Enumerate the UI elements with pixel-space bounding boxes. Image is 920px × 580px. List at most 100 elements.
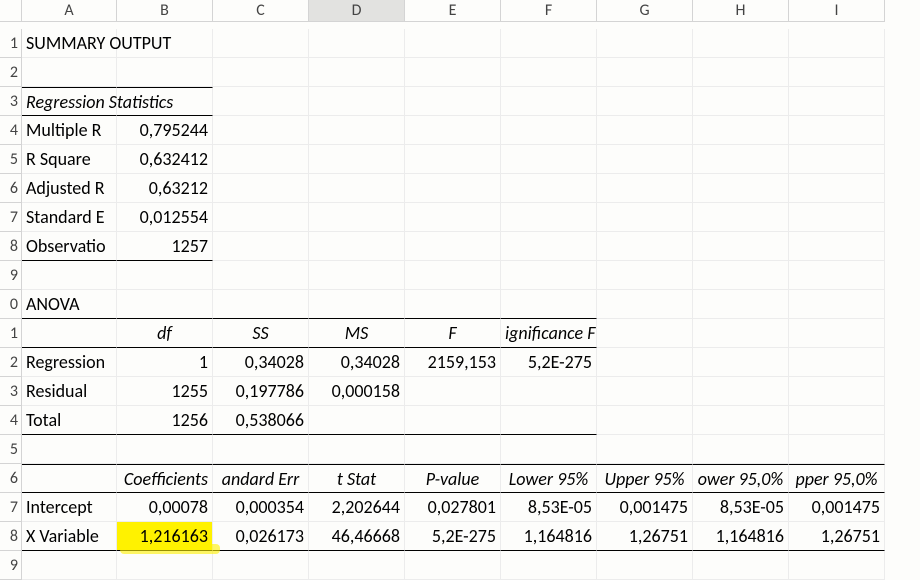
cell-label[interactable]: Intercept xyxy=(22,493,117,522)
cell[interactable] xyxy=(501,145,597,174)
row-header[interactable]: 1 xyxy=(0,29,22,58)
row-header[interactable]: 0 xyxy=(0,290,22,319)
cell[interactable] xyxy=(22,58,117,87)
cell-value[interactable]: 5,2E-275 xyxy=(405,522,501,551)
coef-col[interactable]: P-value xyxy=(405,464,501,493)
cell-value[interactable]: 46,46668 xyxy=(309,522,405,551)
cell[interactable] xyxy=(597,406,693,435)
row-header[interactable]: 8 xyxy=(0,522,22,551)
cell-value[interactable]: 0,027801 xyxy=(405,493,501,522)
cell[interactable] xyxy=(501,232,597,261)
cell[interactable] xyxy=(22,551,117,580)
cell-value[interactable]: 2159,153 xyxy=(405,348,501,377)
cell[interactable] xyxy=(789,29,885,58)
cell[interactable] xyxy=(213,203,309,232)
cell[interactable] xyxy=(22,464,117,493)
cell[interactable] xyxy=(789,551,885,580)
cell[interactable] xyxy=(405,377,501,406)
cell[interactable] xyxy=(213,435,309,464)
cell-value[interactable]: 1,164816 xyxy=(501,522,597,551)
col-header-F[interactable]: F xyxy=(501,0,597,22)
cell[interactable] xyxy=(405,290,501,319)
cell[interactable] xyxy=(309,203,405,232)
anova-header[interactable]: ANOVA xyxy=(22,290,117,319)
cell[interactable] xyxy=(597,377,693,406)
cell[interactable] xyxy=(405,29,501,58)
coef-col[interactable]: Upper 95% xyxy=(597,464,693,493)
cell-label[interactable]: R Square xyxy=(22,145,117,174)
cell[interactable] xyxy=(501,406,597,435)
cell[interactable] xyxy=(789,377,885,406)
cell[interactable] xyxy=(405,435,501,464)
cell[interactable] xyxy=(789,145,885,174)
cell[interactable] xyxy=(597,319,693,348)
cell[interactable] xyxy=(213,174,309,203)
cell-A1[interactable]: SUMMARY OUTPUT xyxy=(22,29,117,58)
row-header[interactable]: 7 xyxy=(0,203,22,232)
cell[interactable] xyxy=(501,261,597,290)
cell[interactable] xyxy=(693,261,789,290)
cell[interactable] xyxy=(213,29,309,58)
anova-col-f[interactable]: F xyxy=(405,319,501,348)
cell[interactable] xyxy=(597,116,693,145)
cell[interactable] xyxy=(789,203,885,232)
anova-col-df[interactable]: df xyxy=(117,319,213,348)
cell[interactable] xyxy=(597,232,693,261)
col-header-D[interactable]: D xyxy=(309,0,405,22)
cell[interactable] xyxy=(309,406,405,435)
cell[interactable] xyxy=(597,435,693,464)
cell[interactable] xyxy=(405,174,501,203)
cell[interactable] xyxy=(117,551,213,580)
anova-col-ms[interactable]: MS xyxy=(309,319,405,348)
coef-col[interactable]: ower 95,0% xyxy=(693,464,789,493)
row-header[interactable]: 6 xyxy=(0,174,22,203)
cell-value[interactable]: 0,197786 xyxy=(213,377,309,406)
row-header[interactable]: 8 xyxy=(0,232,22,261)
cell[interactable] xyxy=(117,290,213,319)
cell-label[interactable]: Standard E xyxy=(22,203,117,232)
coef-col[interactable]: t Stat xyxy=(309,464,405,493)
cell-value[interactable]: 5,2E-275 xyxy=(501,348,597,377)
row-header[interactable]: 1 xyxy=(0,319,22,348)
cell[interactable] xyxy=(501,87,597,116)
spreadsheet-grid[interactable]: A B C D E F G H I 1 SUMMARY OUTPUT 2 3 R… xyxy=(0,0,920,580)
cell[interactable] xyxy=(405,116,501,145)
cell-value[interactable]: 1 xyxy=(117,348,213,377)
col-header-C[interactable]: C xyxy=(213,0,309,22)
cell[interactable] xyxy=(693,203,789,232)
cell[interactable] xyxy=(597,145,693,174)
cell[interactable] xyxy=(501,174,597,203)
cell[interactable] xyxy=(501,116,597,145)
cell[interactable] xyxy=(693,174,789,203)
cell[interactable] xyxy=(789,348,885,377)
coef-col[interactable]: Coefficients xyxy=(117,464,213,493)
cell[interactable] xyxy=(309,261,405,290)
cell-value[interactable]: 0,012554 xyxy=(117,203,213,232)
cell[interactable] xyxy=(693,87,789,116)
cell[interactable] xyxy=(693,58,789,87)
cell[interactable] xyxy=(597,87,693,116)
cell-value[interactable]: 0,001475 xyxy=(789,493,885,522)
cell[interactable] xyxy=(405,551,501,580)
cell[interactable] xyxy=(597,261,693,290)
cell[interactable] xyxy=(693,377,789,406)
cell[interactable] xyxy=(405,145,501,174)
row-header[interactable]: 2 xyxy=(0,58,22,87)
cell[interactable] xyxy=(309,116,405,145)
cell[interactable] xyxy=(789,116,885,145)
cell[interactable] xyxy=(789,58,885,87)
cell[interactable] xyxy=(693,406,789,435)
cell[interactable] xyxy=(789,406,885,435)
cell-value[interactable]: 0,001475 xyxy=(597,493,693,522)
cell-value[interactable]: 1,164816 xyxy=(693,522,789,551)
coef-col[interactable]: Lower 95% xyxy=(501,464,597,493)
col-header-G[interactable]: G xyxy=(597,0,693,22)
cell-value[interactable]: 1,26751 xyxy=(597,522,693,551)
cell-value[interactable]: 0,795244 xyxy=(117,116,213,145)
cell[interactable] xyxy=(501,551,597,580)
cell[interactable] xyxy=(309,87,405,116)
cell[interactable] xyxy=(501,29,597,58)
cell[interactable] xyxy=(789,232,885,261)
cell[interactable] xyxy=(117,435,213,464)
cell-value[interactable]: 0,538066 xyxy=(213,406,309,435)
